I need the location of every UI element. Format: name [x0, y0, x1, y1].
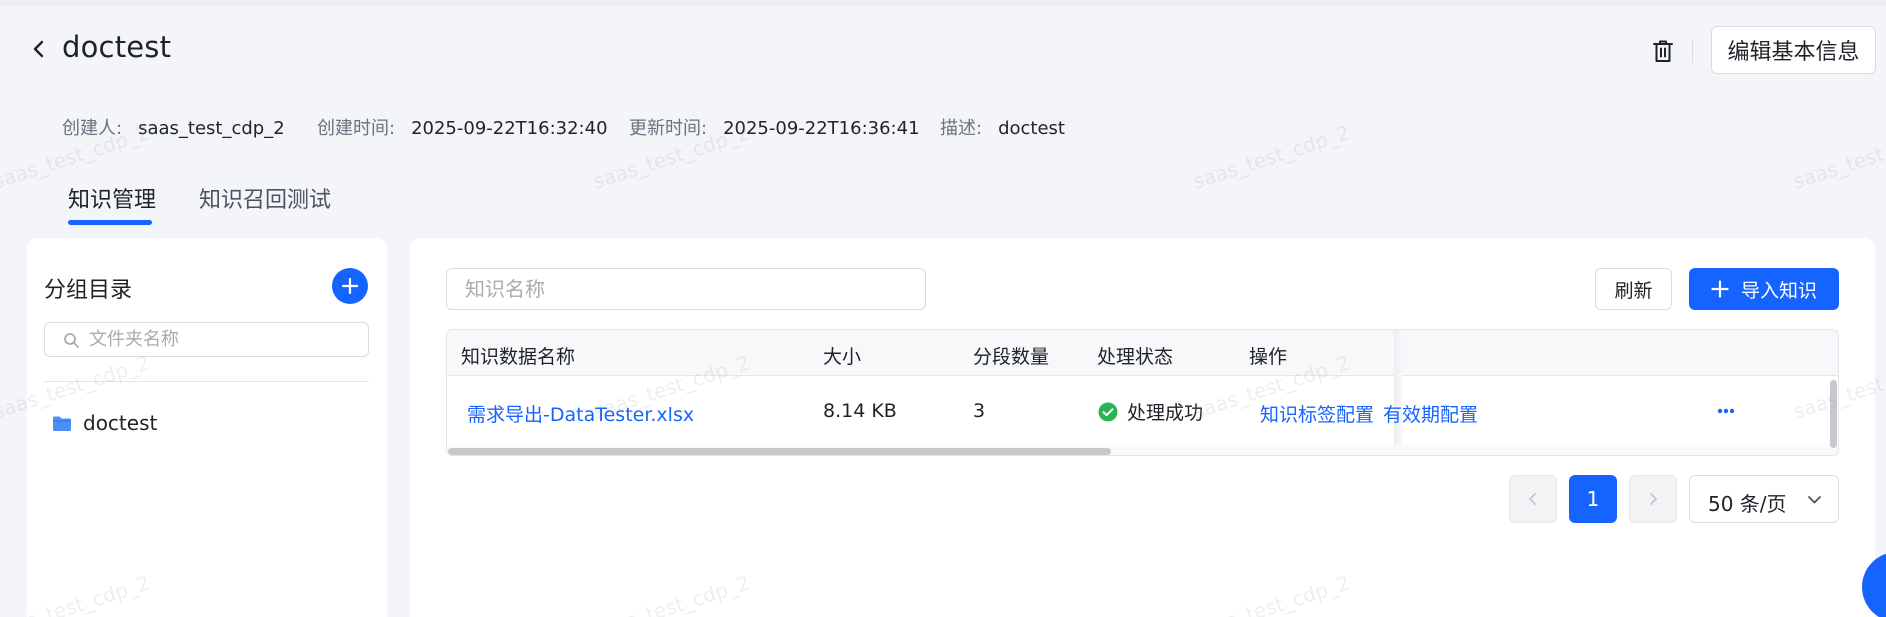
meta-updated: 更新时间: 2025-09-22T16:36:41 [629, 114, 920, 140]
success-check-icon [1098, 402, 1118, 421]
knowledge-segments: 3 [973, 400, 986, 422]
meta-description-value: doctest [998, 118, 1065, 139]
knowledge-size: 8.14 KB [823, 400, 897, 422]
tag-config-link[interactable]: 知识标签配置 [1260, 400, 1374, 427]
more-actions-icon[interactable] [1717, 408, 1735, 414]
meta-creator: 创建人: saas_test_cdp_2 [62, 114, 285, 140]
sidebar-divider [44, 381, 369, 382]
header-divider [1692, 39, 1693, 63]
meta-creator-value: saas_test_cdp_2 [138, 118, 285, 139]
knowledge-name-link[interactable]: 需求导出-DataTester.xlsx [467, 400, 694, 427]
add-group-button[interactable] [332, 268, 368, 304]
top-bar [0, 0, 1886, 6]
next-page-button[interactable] [1629, 475, 1677, 523]
meta-description: 描述: doctest [940, 114, 1065, 140]
group-directory-panel: 分组目录 doctest [27, 238, 387, 617]
column-header-status: 处理状态 [1097, 346, 1174, 368]
import-knowledge-label: 导入知识 [1740, 279, 1817, 302]
edit-basic-info-button[interactable]: 编辑基本信息 [1711, 26, 1876, 74]
meta-description-label: 描述: [940, 118, 983, 139]
tab-knowledge-management[interactable]: 知识管理 [68, 182, 156, 214]
knowledge-list-panel: 刷新 导入知识 知识数据名称 大小 分段数量 处理状态 操作 需求导出-Data… [410, 238, 1875, 617]
chevron-right-icon [1650, 493, 1657, 505]
folder-icon [53, 416, 71, 431]
watermark: saas_test_cdp_2 [1790, 120, 1886, 194]
tab-recall-test[interactable]: 知识召回测试 [199, 182, 331, 214]
folder-search-input[interactable] [89, 323, 359, 356]
refresh-button[interactable]: 刷新 [1595, 268, 1672, 310]
plus-icon [341, 277, 359, 295]
folder-item-doctest[interactable]: doctest [44, 408, 157, 438]
folder-item-label: doctest [83, 411, 158, 435]
import-knowledge-button[interactable]: 导入知识 [1689, 268, 1839, 310]
chevron-down-icon [1808, 496, 1821, 504]
meta-updated-value: 2025-09-22T16:36:41 [723, 118, 920, 139]
knowledge-search-input[interactable] [447, 269, 925, 309]
meta-created-value: 2025-09-22T16:32:40 [411, 118, 608, 139]
column-header-segments: 分段数量 [973, 346, 1050, 368]
page-title: doctest [62, 30, 172, 64]
plus-icon [1711, 280, 1729, 298]
horizontal-scrollbar[interactable] [448, 448, 1111, 455]
column-header-actions: 操作 [1249, 346, 1288, 368]
status-text: 处理成功 [1127, 402, 1204, 424]
status-badge: 处理成功 [1098, 398, 1203, 425]
table-header: 知识数据名称 大小 分段数量 处理状态 操作 [447, 330, 1838, 376]
active-tab-indicator [68, 220, 152, 225]
meta-creator-label: 创建人: [62, 118, 123, 139]
delete-icon[interactable] [1651, 38, 1675, 64]
meta-created-label: 创建时间: [317, 118, 396, 139]
meta-updated-label: 更新时间: [629, 118, 708, 139]
back-arrow-icon[interactable] [28, 38, 50, 60]
folder-search-box[interactable] [44, 322, 369, 357]
page-1-button[interactable]: 1 [1569, 475, 1617, 523]
vertical-scrollbar[interactable] [1830, 380, 1837, 448]
watermark: saas_test_cdp_2 [1190, 120, 1353, 194]
validity-config-link[interactable]: 有效期配置 [1383, 400, 1478, 427]
fixed-column-shadow [1394, 330, 1402, 445]
column-header-size: 大小 [823, 346, 862, 368]
knowledge-search-box[interactable] [446, 268, 926, 310]
page-size-select[interactable]: 50 条/页 [1689, 475, 1839, 523]
search-icon [64, 333, 79, 348]
knowledge-table: 知识数据名称 大小 分段数量 处理状态 操作 需求导出-DataTester.x… [446, 329, 1839, 456]
column-header-name: 知识数据名称 [461, 346, 576, 368]
chevron-left-icon [1529, 493, 1536, 505]
page-size-value: 50 条/页 [1708, 492, 1787, 516]
meta-created: 创建时间: 2025-09-22T16:32:40 [317, 114, 608, 140]
prev-page-button[interactable] [1509, 475, 1557, 523]
group-directory-title: 分组目录 [44, 278, 133, 303]
